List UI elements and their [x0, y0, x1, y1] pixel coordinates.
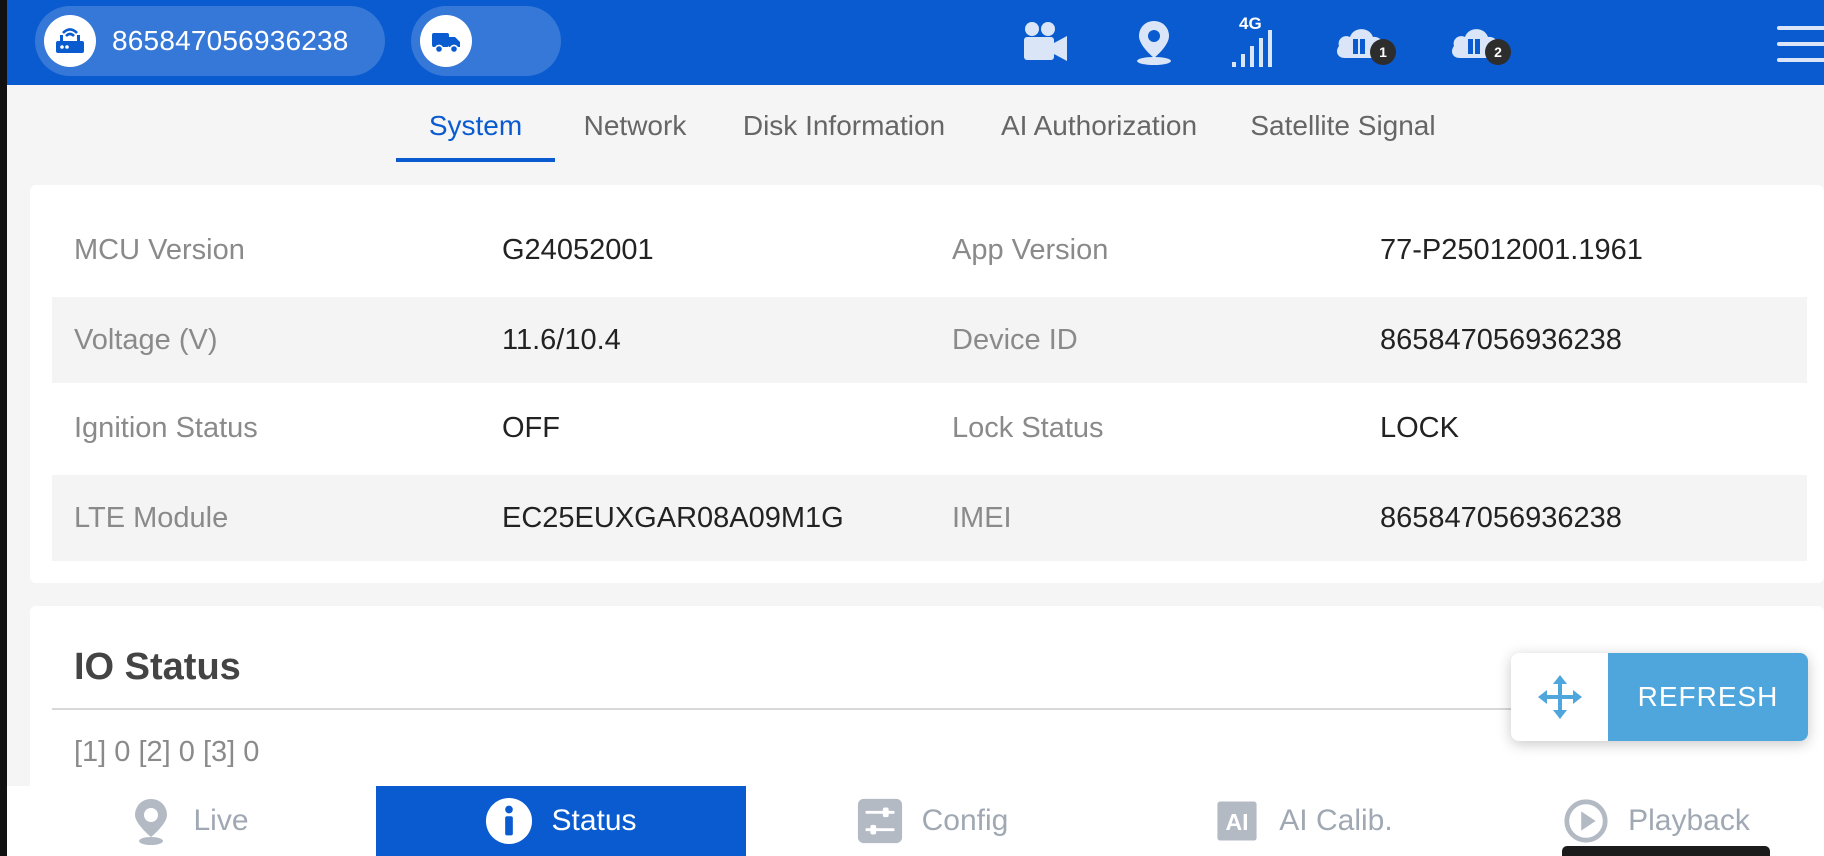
cloud-server-1-icon[interactable]: 1	[1326, 12, 1396, 72]
ai-chip-icon: AI	[1213, 797, 1261, 845]
camera-icon[interactable]	[1015, 12, 1075, 72]
io-status-title: IO Status	[74, 646, 241, 688]
svg-text:AI: AI	[1226, 809, 1249, 835]
mcu-version-value: G24052001	[502, 234, 654, 266]
tab-system[interactable]: System	[396, 92, 555, 162]
menu-icon[interactable]	[1777, 26, 1824, 66]
voltage-value: 11.6/10.4	[502, 324, 621, 356]
info-icon	[485, 797, 533, 845]
tab-satellite-signal[interactable]: Satellite Signal	[1240, 92, 1446, 162]
cloud-badge-2: 2	[1485, 39, 1511, 65]
divider	[52, 708, 1612, 710]
nav-config-label: Config	[921, 804, 1009, 837]
system-info-card: MCU Version G24052001 App Version 77-P25…	[30, 185, 1824, 583]
imei-value: 865847056936238	[1380, 502, 1622, 534]
device-chip[interactable]: 865847056936238	[35, 6, 385, 76]
app-version-label: App Version	[952, 234, 1109, 266]
tab-ai-authorization[interactable]: AI Authorization	[990, 92, 1208, 162]
lock-status-label: Lock Status	[952, 412, 1104, 444]
tab-disk-information[interactable]: Disk Information	[730, 92, 958, 162]
router-icon	[44, 15, 96, 67]
ignition-status-value: OFF	[502, 412, 560, 444]
io-status-values: [1] 0 [2] 0 [3] 0	[74, 736, 260, 768]
move-icon[interactable]	[1511, 653, 1608, 741]
home-indicator	[1562, 846, 1770, 856]
bottom-navigation: Live Status Config AI AI Calib. Playback	[0, 786, 1824, 856]
info-row: MCU Version G24052001 App Version 77-P25…	[52, 207, 1807, 293]
signal-icon[interactable]: 4G	[1227, 12, 1287, 72]
info-row: Ignition Status OFF Lock Status LOCK	[52, 385, 1807, 471]
playback-icon	[1562, 797, 1610, 845]
cloud-server-2-icon[interactable]: 2	[1441, 12, 1511, 72]
nav-playback-label: Playback	[1628, 804, 1750, 837]
lock-status-value: LOCK	[1380, 412, 1459, 444]
network-type-label: 4G	[1239, 14, 1262, 33]
refresh-button[interactable]: REFRESH	[1608, 653, 1808, 741]
device-id-label: 865847056936238	[112, 25, 349, 56]
vehicle-chip[interactable]	[411, 6, 561, 76]
app-version-value: 77-P25012001.1961	[1380, 234, 1643, 266]
imei-label: IMEI	[952, 502, 1012, 534]
nav-status-label: Status	[551, 804, 637, 837]
nav-ai-calib-label: AI Calib.	[1279, 804, 1393, 837]
lte-module-value: EC25EUXGAR08A09M1G	[502, 502, 844, 534]
device-id-value: 865847056936238	[1380, 324, 1622, 356]
config-sliders-icon	[856, 797, 904, 845]
nav-ai-calib[interactable]: AI AI Calib.	[1118, 786, 1488, 856]
live-location-icon	[127, 797, 175, 845]
tab-network[interactable]: Network	[570, 92, 700, 162]
status-tabs: System Network Disk Information AI Autho…	[0, 92, 1824, 162]
voltage-label: Voltage (V)	[74, 324, 218, 356]
lte-module-label: LTE Module	[74, 502, 229, 534]
mcu-version-label: MCU Version	[74, 234, 245, 266]
truck-icon	[420, 15, 472, 67]
nav-status[interactable]: Status	[376, 786, 746, 856]
nav-live-label: Live	[193, 804, 249, 837]
top-bar: 865847056936238 4G 1 2	[7, 0, 1824, 85]
refresh-control: REFRESH	[1511, 653, 1808, 741]
nav-config[interactable]: Config	[746, 786, 1118, 856]
info-row: Voltage (V) 11.6/10.4 Device ID 86584705…	[52, 297, 1807, 383]
cloud-badge-1: 1	[1370, 39, 1396, 65]
device-id-label: Device ID	[952, 324, 1078, 356]
location-icon[interactable]	[1124, 12, 1184, 72]
ignition-status-label: Ignition Status	[74, 412, 258, 444]
screen-edge	[0, 0, 7, 856]
nav-live[interactable]: Live	[0, 786, 376, 856]
info-row: LTE Module EC25EUXGAR08A09M1G IMEI 86584…	[52, 475, 1807, 561]
